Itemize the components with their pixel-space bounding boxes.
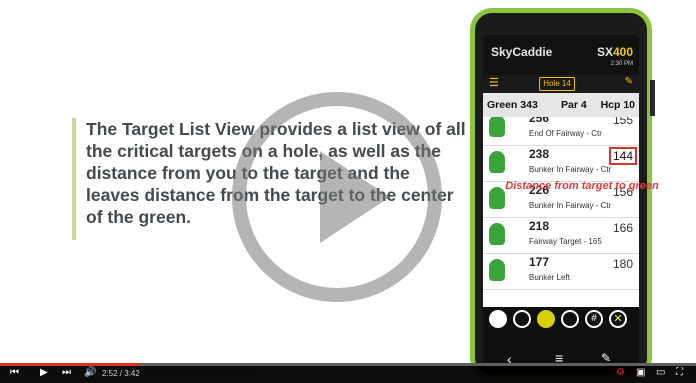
target-row[interactable]: 256 End Of Fairway - Ctr 155 — [483, 117, 639, 146]
flag-icon[interactable] — [561, 310, 579, 328]
play-triangle-icon — [320, 151, 390, 243]
settings-icon[interactable]: ⚙ — [616, 367, 625, 378]
brand-name: SkyCaddie — [491, 45, 553, 59]
bunker-icon — [489, 151, 505, 173]
player-controls: ⏮ ▶ ⏭ 🔊 2:52 / 3:42 ⚙ ▣ ▭ ⛶ — [0, 366, 696, 383]
video-frame[interactable]: The Target List View provides a list vie… — [0, 0, 696, 383]
previous-icon[interactable]: ⏮ — [10, 367, 19, 378]
target-row[interactable]: 238 Bunker In Fairway - Ctr 144 — [483, 145, 639, 182]
edit-icon[interactable]: ✎ — [625, 76, 633, 87]
target-row[interactable]: 177 Bunker Left 180 — [483, 253, 639, 290]
fullscreen-icon[interactable]: ⛶ — [676, 367, 683, 378]
close-icon[interactable]: ✕ — [609, 310, 627, 328]
volume-icon[interactable]: 🔊 — [84, 367, 96, 378]
video-time: 2:52 / 3:42 — [102, 369, 140, 378]
green-distance: Green 343 — [487, 99, 538, 111]
miniplayer-icon[interactable]: ▣ — [636, 367, 645, 378]
fairway-target-icon — [489, 223, 505, 245]
theater-icon[interactable]: ▭ — [656, 367, 665, 378]
target-icon[interactable] — [513, 310, 531, 328]
par-label: Par 4 — [561, 99, 587, 111]
phone-screen: SkyCaddie SX400 2:30 PM ☰ Hole 14 ✎ Gree… — [483, 35, 639, 373]
status-time: 2:30 PM — [610, 61, 633, 67]
hcp-label: Hcp 10 — [600, 99, 635, 111]
target-row[interactable]: 226 Bunker In Fairway - Ctr 156 — [483, 181, 639, 218]
hole-header: Green 343 Par 4 Hcp 10 — [483, 93, 639, 117]
play-button-icon[interactable]: ▶ — [40, 367, 48, 378]
bunker-icon — [489, 187, 505, 209]
brand-bar: SkyCaddie SX400 2:30 PM — [483, 35, 639, 75]
phone-device: SkyCaddie SX400 2:30 PM ☰ Hole 14 ✎ Gree… — [470, 8, 652, 380]
hole-select[interactable]: Hole 14 — [539, 77, 575, 91]
menu-icon[interactable]: ☰ — [489, 76, 499, 89]
target-row[interactable]: 218 Fairway Target - 165 166 — [483, 217, 639, 254]
target-list: 256 End Of Fairway - Ctr 155 238 Bunker … — [483, 117, 639, 307]
scorecard-icon[interactable]: # — [585, 310, 603, 328]
bunker-icon — [489, 259, 505, 281]
phone-side-button — [650, 80, 655, 116]
list-icon[interactable] — [537, 310, 555, 328]
highlighted-distance: 144 — [608, 147, 637, 165]
tool-bar: # ✕ — [483, 307, 639, 333]
menu-bar: ☰ Hole 14 ✎ — [483, 75, 639, 93]
next-icon[interactable]: ⏭ — [62, 367, 71, 378]
ball-icon[interactable] — [489, 310, 507, 328]
fairway-icon — [489, 117, 505, 137]
model-name: SX400 — [596, 45, 633, 59]
